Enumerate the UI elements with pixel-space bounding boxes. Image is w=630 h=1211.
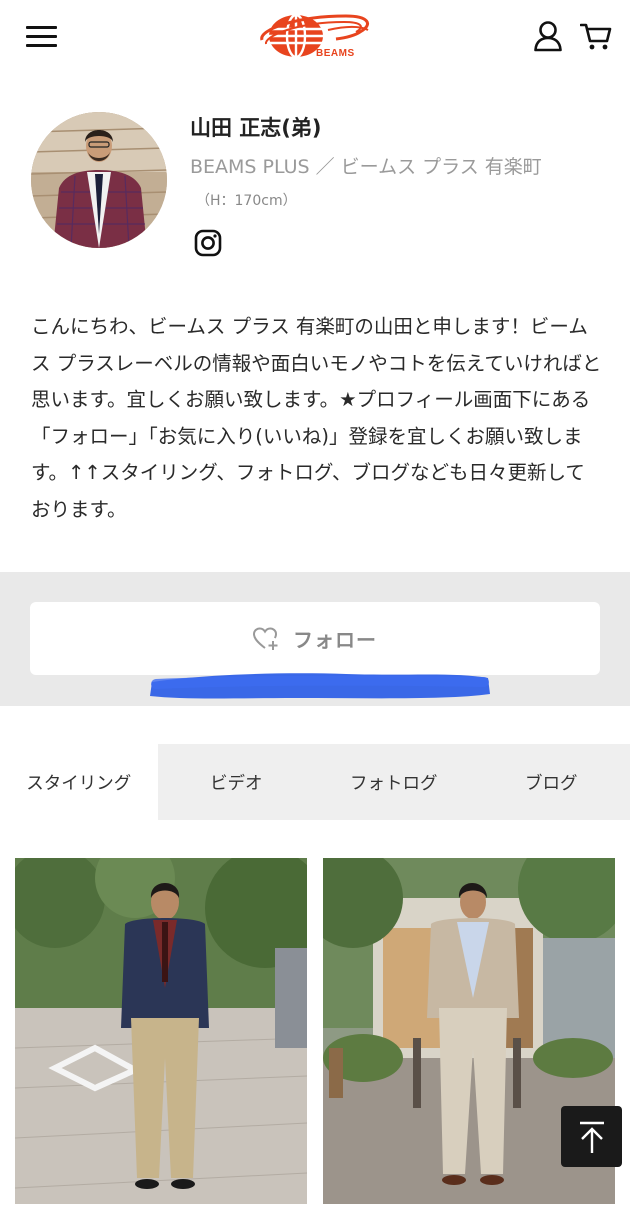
tab-photolog[interactable]: フォトログ [315, 744, 473, 820]
user-icon[interactable] [533, 20, 563, 52]
instagram-icon[interactable] [194, 229, 222, 257]
profile-shop[interactable]: BEAMS PLUS ／ ビームス プラス 有楽町 [190, 152, 542, 179]
arrow-up-to-top-icon [579, 1121, 604, 1153]
hamburger-menu-icon[interactable] [26, 24, 58, 50]
beams-logo[interactable] [256, 10, 374, 64]
tab-video[interactable]: ビデオ [158, 744, 316, 820]
tab-styling[interactable]: スタイリング [0, 744, 158, 820]
profile-avatar [31, 112, 167, 248]
logo-text: BEAMS [316, 48, 355, 59]
profile-height: （H：170cm） [196, 193, 297, 209]
profile-name: 山田 正志(弟) [190, 116, 322, 140]
cart-icon[interactable] [580, 20, 612, 52]
heart-plus-icon [253, 626, 278, 650]
follow-label: フォロー [293, 628, 377, 652]
redaction-scribble [150, 673, 490, 699]
profile-bio: こんにちわ、ビームス プラス 有楽町の山田と申します！ビームス プラスレーベルの… [31, 315, 602, 521]
site-header: BEAMS [0, 0, 630, 76]
styling-photo[interactable] [15, 858, 307, 1204]
content-tabs: スタイリング ビデオ フォトログ ブログ [0, 744, 630, 820]
tab-blog[interactable]: ブログ [473, 744, 630, 820]
scroll-to-top-button[interactable] [561, 1106, 622, 1167]
